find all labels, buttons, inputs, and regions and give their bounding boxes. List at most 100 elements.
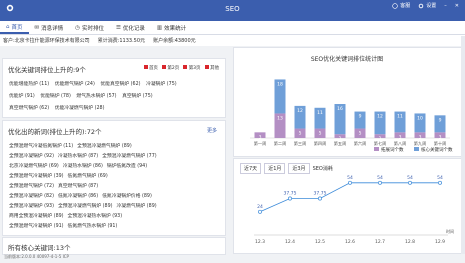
range-buttons: 近7天 近1月 近3月 SEO消耗 <box>240 163 333 174</box>
new-keyword-item[interactable]: 冷凝热水锅炉 (86) <box>63 162 103 169</box>
keyword-item[interactable]: 优能炉 (91) <box>9 92 35 99</box>
tab-label: 实时排位 <box>81 25 104 32</box>
range-1m-button[interactable]: 近1月 <box>264 163 286 174</box>
clock-icon: ◷ <box>75 24 80 31</box>
new-keyword-row: 北京冷凝燃气锅炉 (69) 冷凝热水锅炉 (86) 锅炉低氮改造 (94) <box>9 162 151 169</box>
x-tick-label: 第五周 <box>334 140 347 147</box>
bar-value-label: 9 <box>439 117 442 123</box>
x-tick-label: 第十周 <box>434 140 447 147</box>
ranking-bar-chart-panel: SEO优化关键词排位统计图 3 第一周 13 18 第二周 5 12 第三周 5 11 第四周 2 16 第… <box>233 47 462 157</box>
bar-value-label: 18 <box>277 81 283 87</box>
point-value-label: 37.75 <box>314 191 327 197</box>
tab-messages[interactable]: ✉ 消息详情 <box>29 21 70 34</box>
bar-value-label: 5 <box>359 131 362 137</box>
settings-label: 设置 <box>426 3 437 9</box>
new-keyword-item[interactable]: 全预混冷凝锅炉 (92) <box>9 152 54 159</box>
new-keyword-item[interactable]: 全预混冷凝燃气锅炉 (89) <box>77 142 132 149</box>
line-point <box>438 180 442 185</box>
tab-home[interactable]: ⌂ 首页 <box>0 21 29 34</box>
keyword-item[interactable]: 优能增能热炉 (11) <box>9 80 49 87</box>
new-keyword-row: 全预混燃气冷凝锅炉 (91) 低氮燃气热水锅炉 (91) <box>9 222 121 229</box>
new-keyword-item[interactable]: 全预混冷凝燃气锅炉 (89) <box>58 202 113 209</box>
new-keyword-item[interactable]: 全预混冷凝锅炉 (93) <box>9 202 54 209</box>
keyword-row: 优能增能热炉 (11) 优能燃气锅炉 (24) 优能真空锅炉 (62) 冷凝锅炉… <box>9 80 181 87</box>
bar-value-label: 9 <box>359 114 362 120</box>
list-icon: ☰ <box>115 24 121 31</box>
legend-swatch <box>414 147 419 151</box>
bar-value-label: 3 <box>259 134 262 140</box>
legend-item: 第3页 <box>183 65 201 71</box>
x-tick-label: 第二周 <box>274 140 287 147</box>
x-tick-label: 第一周 <box>254 140 267 147</box>
new-keyword-item[interactable]: 冷凝燃气锅炉 (89) <box>117 202 157 209</box>
new-keyword-panel: 优化出的新词(排位上升的):72个 更多 全预混燃气冷凝低氮锅炉 (11) 全预混… <box>2 120 226 236</box>
new-keyword-row: 全预混燃气锅炉 (72) 真空燃气锅炉 (87) <box>9 182 102 189</box>
balance-amount: 账户余额:43800元 <box>153 38 196 44</box>
range-3m-button[interactable]: 近3月 <box>288 163 310 174</box>
new-keyword-item[interactable]: 商用全预混冷凝锅炉 (89) <box>9 212 64 219</box>
new-keyword-item[interactable]: 低氮燃气锅炉 (69) <box>68 172 108 179</box>
x-tick-label: 第四周 <box>314 140 327 147</box>
new-keyword-item[interactable]: 全预混燃气冷凝锅炉 (91) <box>9 222 64 229</box>
new-keyword-row: 全预混燃气冷凝低氮锅炉 (11) 全预混冷凝燃气锅炉 (89) <box>9 142 136 149</box>
legend-label: 第3页 <box>188 66 201 71</box>
new-keyword-item[interactable]: 全预混燃气冷凝低氮锅炉 (11) <box>9 142 73 149</box>
kefu-button[interactable]: 客服 <box>392 2 410 9</box>
legend-label: 其他 <box>210 66 219 71</box>
keyword-item[interactable]: 真空锅炉 (75) <box>122 92 153 99</box>
scrollbar[interactable] <box>461 36 465 254</box>
new-keyword-item[interactable]: 低氮燃气热水锅炉 (91) <box>68 222 118 229</box>
tab-label: 首页 <box>11 24 23 31</box>
new-keyword-item[interactable]: 低氮冷凝锅炉 (86) <box>58 192 98 199</box>
keyword-item[interactable]: 冷凝锅炉 (75) <box>146 80 177 87</box>
customer-name: 客户:北京卡拉什能源环保技术有限公司 <box>3 38 90 44</box>
bar-value-label: 5 <box>299 131 302 137</box>
x-tick-label: 第三周 <box>294 140 307 147</box>
legend-label: 第2页 <box>167 66 180 71</box>
new-keyword-item[interactable]: 全预混燃气锅炉 (72) <box>9 182 54 189</box>
point-value-label: 24 <box>257 204 263 210</box>
x-tick-label: 第七周 <box>374 140 387 147</box>
x-tick-label: 12.4 <box>285 239 295 245</box>
bar-chart-title: SEO优化关键词排位统计图 <box>311 55 383 63</box>
tab-stats[interactable]: ▥ 效果统计 <box>151 21 192 34</box>
version-footer: 当前版本:2.0.0.0 40097-4-1-5 ICP <box>4 254 69 259</box>
new-keyword-item[interactable]: 全预混冷凝锅炉 (82) <box>9 192 54 199</box>
minimize-icon[interactable]: – <box>444 3 447 9</box>
bar-value-label: 10 <box>417 115 423 121</box>
x-axis-label: 时间 <box>446 228 454 234</box>
new-keyword-item[interactable]: 全预混冷凝热水锅炉 (93) <box>68 212 123 219</box>
keyword-item[interactable]: 优能冷凝燃气锅炉 (28) <box>55 104 105 111</box>
total-keyword-panel: 所有核心关键词:13个 <box>2 237 226 255</box>
new-keyword-item[interactable]: 真空燃气锅炉 (87) <box>58 182 98 189</box>
tab-label: 消息详情 <box>41 25 64 32</box>
new-keyword-item[interactable]: 全预混燃气冷凝锅炉 (39) <box>9 172 64 179</box>
tab-records[interactable]: ☰ 优化记录 <box>110 21 151 34</box>
settings-button[interactable]: 设置 <box>418 2 436 9</box>
new-keyword-row: 全预混燃气冷凝锅炉 (39) 低氮燃气锅炉 (69) <box>9 172 112 179</box>
bar-value-label: 11 <box>317 110 323 116</box>
tab-bar: ⌂ 首页 ✉ 消息详情 ◷ 实时排位 ☰ 优化记录 ▥ 效果统计 <box>0 21 465 35</box>
tab-ranking[interactable]: ◷ 实时排位 <box>69 21 110 34</box>
keyword-item[interactable]: 优能真空锅炉 (62) <box>100 80 140 87</box>
new-keyword-title: 优化出的新词(排位上升的):72个 <box>8 128 102 136</box>
new-keyword-item[interactable]: 北京冷凝燃气锅炉 (69) <box>9 162 59 169</box>
bar-value-label: 3 <box>439 134 442 140</box>
keyword-item[interactable]: 真空燃气锅炉 (62) <box>9 104 49 111</box>
bar-value-label: 5 <box>319 131 322 137</box>
new-keyword-item[interactable]: 全预混冷凝燃气锅炉 (77) <box>102 152 157 159</box>
line-point <box>318 196 322 201</box>
new-keyword-item[interactable]: 低氮冷凝锅炉价格 (89) <box>102 192 152 199</box>
x-tick-label: 12.5 <box>315 239 325 245</box>
more-link[interactable]: 更多 <box>207 127 217 134</box>
keyword-item[interactable]: 燃气热水锅炉 (57) <box>76 92 116 99</box>
keyword-item[interactable]: 优能锅炉 (78) <box>40 92 71 99</box>
message-icon: ✉ <box>34 24 40 31</box>
range-7d-button[interactable]: 近7天 <box>240 163 262 174</box>
keyword-item[interactable]: 优能燃气锅炉 (24) <box>55 80 95 87</box>
close-icon[interactable]: ✕ <box>455 3 459 9</box>
line-point <box>348 180 352 185</box>
legend-swatch <box>374 147 379 151</box>
new-keyword-item[interactable]: 锅炉低氮改造 (94) <box>107 162 147 169</box>
new-keyword-item[interactable]: 冷凝热水锅炉 (87) <box>58 152 98 159</box>
